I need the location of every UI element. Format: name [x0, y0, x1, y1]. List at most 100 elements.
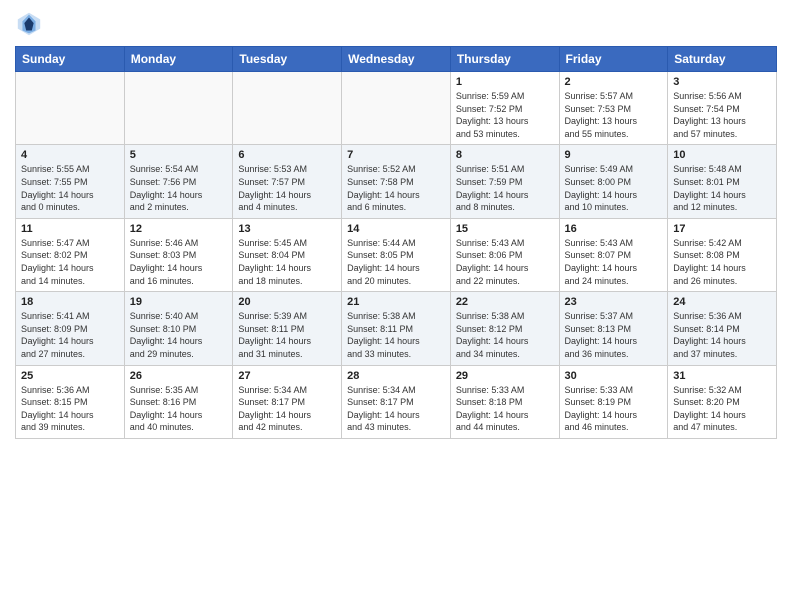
calendar-cell: 7 Sunrise: 5:52 AM Sunset: 7:58 PM Daylig…: [342, 145, 451, 218]
day-number: 22: [456, 296, 554, 308]
day-number: 18: [21, 296, 119, 308]
calendar-cell: 5 Sunrise: 5:54 AM Sunset: 7:56 PM Daylig…: [124, 145, 233, 218]
calendar-cell: 2 Sunrise: 5:57 AM Sunset: 7:53 PM Daylig…: [559, 72, 668, 145]
calendar-cell: 12 Sunrise: 5:46 AM Sunset: 8:03 PM Dayli…: [124, 218, 233, 291]
day-info: Sunrise: 5:52 AM Sunset: 7:58 PM Dayligh…: [347, 163, 445, 213]
day-info: Sunrise: 5:34 AM Sunset: 8:17 PM Dayligh…: [238, 384, 336, 434]
day-number: 31: [673, 370, 771, 382]
day-number: 12: [130, 223, 228, 235]
calendar-cell: [342, 72, 451, 145]
header: [15, 10, 777, 38]
calendar-cell: 30 Sunrise: 5:33 AM Sunset: 8:19 PM Dayli…: [559, 365, 668, 438]
calendar-week-5: 25 Sunrise: 5:36 AM Sunset: 8:15 PM Dayli…: [16, 365, 777, 438]
day-number: 16: [565, 223, 663, 235]
calendar-cell: [233, 72, 342, 145]
day-info: Sunrise: 5:36 AM Sunset: 8:15 PM Dayligh…: [21, 384, 119, 434]
day-info: Sunrise: 5:32 AM Sunset: 8:20 PM Dayligh…: [673, 384, 771, 434]
day-number: 15: [456, 223, 554, 235]
day-info: Sunrise: 5:57 AM Sunset: 7:53 PM Dayligh…: [565, 90, 663, 140]
calendar-cell: 9 Sunrise: 5:49 AM Sunset: 8:00 PM Daylig…: [559, 145, 668, 218]
day-info: Sunrise: 5:39 AM Sunset: 8:11 PM Dayligh…: [238, 310, 336, 360]
calendar-cell: 22 Sunrise: 5:38 AM Sunset: 8:12 PM Dayli…: [450, 292, 559, 365]
weekday-header-monday: Monday: [124, 47, 233, 72]
logo: [15, 10, 47, 38]
calendar-cell: 14 Sunrise: 5:44 AM Sunset: 8:05 PM Dayli…: [342, 218, 451, 291]
calendar-cell: 4Sunrise: 5:55 AM Sunset: 7:55 PM Daylig…: [16, 145, 125, 218]
day-number: 11: [21, 223, 119, 235]
calendar-cell: 16 Sunrise: 5:43 AM Sunset: 8:07 PM Dayli…: [559, 218, 668, 291]
calendar-cell: 15Sunrise: 5:43 AM Sunset: 8:06 PM Dayli…: [450, 218, 559, 291]
day-info: Sunrise: 5:48 AM Sunset: 8:01 PM Dayligh…: [673, 163, 771, 213]
weekday-header-friday: Friday: [559, 47, 668, 72]
weekday-header-row: SundayMondayTuesdayWednesdayThursdayFrid…: [16, 47, 777, 72]
day-number: 7: [347, 149, 445, 161]
day-number: 1: [456, 76, 554, 88]
day-info: Sunrise: 5:34 AM Sunset: 8:17 PM Dayligh…: [347, 384, 445, 434]
calendar-cell: 3Sunrise: 5:56 AM Sunset: 7:54 PM Daylig…: [668, 72, 777, 145]
day-number: 10: [673, 149, 771, 161]
day-number: 6: [238, 149, 336, 161]
day-number: 28: [347, 370, 445, 382]
calendar-cell: 27Sunrise: 5:34 AM Sunset: 8:17 PM Dayli…: [233, 365, 342, 438]
day-number: 30: [565, 370, 663, 382]
calendar-cell: 28 Sunrise: 5:34 AM Sunset: 8:17 PM Dayli…: [342, 365, 451, 438]
weekday-header-thursday: Thursday: [450, 47, 559, 72]
calendar-cell: 24Sunrise: 5:36 AM Sunset: 8:14 PM Dayli…: [668, 292, 777, 365]
day-number: 29: [456, 370, 554, 382]
calendar-cell: 20 Sunrise: 5:39 AM Sunset: 8:11 PM Dayli…: [233, 292, 342, 365]
day-info: Sunrise: 5:51 AM Sunset: 7:59 PM Dayligh…: [456, 163, 554, 213]
day-number: 13: [238, 223, 336, 235]
day-number: 23: [565, 296, 663, 308]
calendar-table: SundayMondayTuesdayWednesdayThursdayFrid…: [15, 46, 777, 439]
day-info: Sunrise: 5:38 AM Sunset: 8:12 PM Dayligh…: [456, 310, 554, 360]
calendar-week-2: 4Sunrise: 5:55 AM Sunset: 7:55 PM Daylig…: [16, 145, 777, 218]
day-info: Sunrise: 5:37 AM Sunset: 8:13 PM Dayligh…: [565, 310, 663, 360]
page: SundayMondayTuesdayWednesdayThursdayFrid…: [0, 0, 792, 612]
calendar-cell: 29 Sunrise: 5:33 AM Sunset: 8:18 PM Dayli…: [450, 365, 559, 438]
day-number: 14: [347, 223, 445, 235]
day-info: Sunrise: 5:33 AM Sunset: 8:18 PM Dayligh…: [456, 384, 554, 434]
day-info: Sunrise: 5:47 AM Sunset: 8:02 PM Dayligh…: [21, 237, 119, 287]
weekday-header-sunday: Sunday: [16, 47, 125, 72]
calendar-cell: 1 Sunrise: 5:59 AM Sunset: 7:52 PM Daylig…: [450, 72, 559, 145]
day-info: Sunrise: 5:49 AM Sunset: 8:00 PM Dayligh…: [565, 163, 663, 213]
calendar-cell: 19 Sunrise: 5:40 AM Sunset: 8:10 PM Dayli…: [124, 292, 233, 365]
day-number: 8: [456, 149, 554, 161]
calendar-cell: [16, 72, 125, 145]
day-info: Sunrise: 5:41 AM Sunset: 8:09 PM Dayligh…: [21, 310, 119, 360]
calendar-week-3: 11 Sunrise: 5:47 AM Sunset: 8:02 PM Dayli…: [16, 218, 777, 291]
day-info: Sunrise: 5:53 AM Sunset: 7:57 PM Dayligh…: [238, 163, 336, 213]
calendar-cell: [124, 72, 233, 145]
calendar-cell: 6 Sunrise: 5:53 AM Sunset: 7:57 PM Daylig…: [233, 145, 342, 218]
day-info: Sunrise: 5:33 AM Sunset: 8:19 PM Dayligh…: [565, 384, 663, 434]
day-info: Sunrise: 5:43 AM Sunset: 8:07 PM Dayligh…: [565, 237, 663, 287]
day-number: 25: [21, 370, 119, 382]
day-info: Sunrise: 5:55 AM Sunset: 7:55 PM Dayligh…: [21, 163, 119, 213]
day-number: 5: [130, 149, 228, 161]
day-number: 17: [673, 223, 771, 235]
calendar-cell: 26 Sunrise: 5:35 AM Sunset: 8:16 PM Dayli…: [124, 365, 233, 438]
day-info: Sunrise: 5:42 AM Sunset: 8:08 PM Dayligh…: [673, 237, 771, 287]
calendar-cell: 31 Sunrise: 5:32 AM Sunset: 8:20 PM Dayli…: [668, 365, 777, 438]
day-number: 21: [347, 296, 445, 308]
day-number: 9: [565, 149, 663, 161]
weekday-header-tuesday: Tuesday: [233, 47, 342, 72]
day-number: 20: [238, 296, 336, 308]
weekday-header-saturday: Saturday: [668, 47, 777, 72]
day-info: Sunrise: 5:40 AM Sunset: 8:10 PM Dayligh…: [130, 310, 228, 360]
day-info: Sunrise: 5:54 AM Sunset: 7:56 PM Dayligh…: [130, 163, 228, 213]
day-number: 26: [130, 370, 228, 382]
calendar-cell: 21Sunrise: 5:38 AM Sunset: 8:11 PM Dayli…: [342, 292, 451, 365]
day-info: Sunrise: 5:44 AM Sunset: 8:05 PM Dayligh…: [347, 237, 445, 287]
calendar-cell: 17 Sunrise: 5:42 AM Sunset: 8:08 PM Dayli…: [668, 218, 777, 291]
day-info: Sunrise: 5:46 AM Sunset: 8:03 PM Dayligh…: [130, 237, 228, 287]
weekday-header-wednesday: Wednesday: [342, 47, 451, 72]
day-number: 2: [565, 76, 663, 88]
day-number: 19: [130, 296, 228, 308]
day-info: Sunrise: 5:35 AM Sunset: 8:16 PM Dayligh…: [130, 384, 228, 434]
day-info: Sunrise: 5:59 AM Sunset: 7:52 PM Dayligh…: [456, 90, 554, 140]
logo-icon: [15, 10, 43, 38]
day-info: Sunrise: 5:45 AM Sunset: 8:04 PM Dayligh…: [238, 237, 336, 287]
calendar-cell: 8 Sunrise: 5:51 AM Sunset: 7:59 PM Daylig…: [450, 145, 559, 218]
calendar-cell: 10 Sunrise: 5:48 AM Sunset: 8:01 PM Dayli…: [668, 145, 777, 218]
